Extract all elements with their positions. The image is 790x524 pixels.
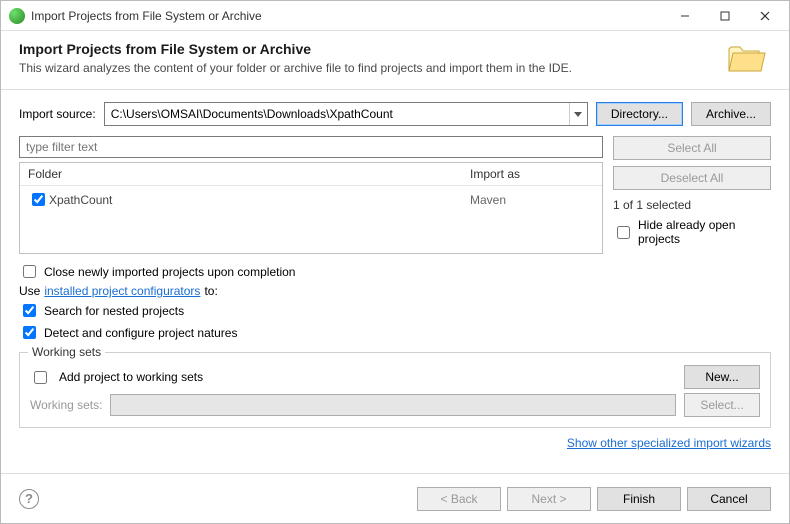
row-checkbox[interactable] [32, 193, 45, 206]
page-subtitle: This wizard analyzes the content of your… [19, 61, 771, 75]
filter-input[interactable] [19, 136, 603, 158]
minimize-button[interactable] [665, 2, 705, 30]
column-import-as[interactable]: Import as [462, 163, 602, 185]
use-suffix: to: [204, 284, 217, 298]
import-source-dropdown[interactable] [569, 103, 587, 125]
add-workingset-label: Add project to working sets [59, 370, 676, 384]
import-source-label: Import source: [19, 107, 96, 121]
working-sets-group: Working sets Add project to working sets… [19, 352, 771, 428]
row-folder-name: XpathCount [49, 193, 112, 207]
add-workingset-checkbox[interactable] [34, 371, 47, 384]
select-workingset-button[interactable]: Select... [684, 393, 760, 417]
archive-button[interactable]: Archive... [691, 102, 771, 126]
nested-checkbox[interactable] [23, 304, 36, 317]
close-button[interactable] [745, 2, 785, 30]
column-folder[interactable]: Folder [20, 163, 462, 185]
app-icon [9, 8, 25, 24]
import-source-combo[interactable] [104, 102, 588, 126]
select-all-button[interactable]: Select All [613, 136, 771, 160]
deselect-all-button[interactable]: Deselect All [613, 166, 771, 190]
hide-open-label: Hide already open projects [638, 218, 771, 246]
table-row[interactable]: XpathCount Maven [20, 186, 602, 213]
nested-label: Search for nested projects [44, 304, 184, 318]
page-title: Import Projects from File System or Arch… [19, 41, 771, 57]
detect-label: Detect and configure project natures [44, 326, 237, 340]
projects-table: Folder Import as XpathCount Maven [19, 162, 603, 254]
specialized-wizards-link[interactable]: Show other specialized import wizards [567, 436, 771, 450]
workingsets-label: Working sets: [30, 398, 102, 412]
use-prefix: Use [19, 284, 40, 298]
hide-open-checkbox[interactable] [617, 226, 630, 239]
directory-button[interactable]: Directory... [596, 102, 683, 126]
title-bar: Import Projects from File System or Arch… [1, 1, 789, 31]
back-button[interactable]: < Back [417, 487, 501, 511]
finish-button[interactable]: Finish [597, 487, 681, 511]
close-new-checkbox[interactable] [23, 265, 36, 278]
wizard-folder-icon [727, 41, 769, 78]
close-new-label: Close newly imported projects upon compl… [44, 265, 295, 279]
cancel-button[interactable]: Cancel [687, 487, 771, 511]
new-workingset-button[interactable]: New... [684, 365, 760, 389]
detect-checkbox[interactable] [23, 326, 36, 339]
import-source-input[interactable] [105, 107, 569, 121]
working-sets-legend: Working sets [28, 345, 105, 359]
wizard-footer: ? < Back Next > Finish Cancel [1, 473, 789, 523]
wizard-header: Import Projects from File System or Arch… [1, 31, 789, 90]
next-button[interactable]: Next > [507, 487, 591, 511]
maximize-button[interactable] [705, 2, 745, 30]
workingsets-combo[interactable] [110, 394, 676, 416]
selection-count: 1 of 1 selected [613, 198, 771, 212]
configurators-link[interactable]: installed project configurators [44, 284, 200, 298]
chevron-down-icon [574, 112, 582, 117]
help-icon[interactable]: ? [19, 489, 39, 509]
window-title: Import Projects from File System or Arch… [31, 9, 665, 23]
row-import-as: Maven [462, 189, 602, 211]
